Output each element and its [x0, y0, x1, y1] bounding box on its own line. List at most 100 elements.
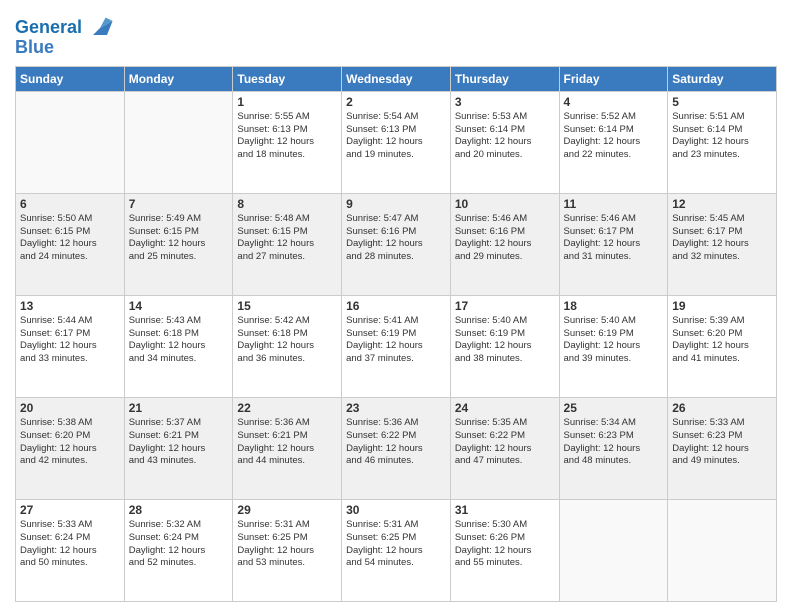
day-number: 20 [20, 401, 120, 415]
calendar-week-row: 1Sunrise: 5:55 AM Sunset: 6:13 PM Daylig… [16, 91, 777, 193]
day-number: 19 [672, 299, 772, 313]
day-info: Sunrise: 5:31 AM Sunset: 6:25 PM Dayligh… [346, 519, 446, 570]
day-info: Sunrise: 5:49 AM Sunset: 6:15 PM Dayligh… [129, 213, 229, 264]
calendar-day-cell: 14 Sunrise: 5:43 AM Sunset: 6:18 PM Dayli… [124, 295, 233, 397]
calendar-day-cell: 20Sunrise: 5:38 AM Sunset: 6:20 PM Dayli… [16, 397, 125, 499]
day-number: 31 [455, 503, 555, 517]
day-info: Sunrise: 5:54 AM Sunset: 6:13 PM Dayligh… [346, 111, 446, 162]
calendar-day-cell: 7 Sunrise: 5:49 AM Sunset: 6:15 PM Daylig… [124, 193, 233, 295]
day-number: 28 [129, 503, 229, 517]
header: General Blue [15, 10, 777, 58]
day-info: Sunrise: 5:32 AM Sunset: 6:24 PM Dayligh… [129, 519, 229, 570]
day-info: Sunrise: 5:53 AM Sunset: 6:14 PM Dayligh… [455, 111, 555, 162]
logo-text: General [15, 18, 82, 38]
day-number: 29 [237, 503, 337, 517]
calendar-day-cell: 8 Sunrise: 5:48 AM Sunset: 6:15 PM Daylig… [233, 193, 342, 295]
day-number: 24 [455, 401, 555, 415]
day-number: 6 [20, 197, 120, 211]
calendar-day-cell: 18Sunrise: 5:40 AM Sunset: 6:19 PM Dayli… [559, 295, 668, 397]
weekday-header: Friday [559, 66, 668, 91]
day-info: Sunrise: 5:42 AM Sunset: 6:18 PM Dayligh… [237, 315, 337, 366]
day-info: Sunrise: 5:35 AM Sunset: 6:22 PM Dayligh… [455, 417, 555, 468]
day-info: Sunrise: 5:50 AM Sunset: 6:15 PM Dayligh… [20, 213, 120, 264]
calendar-day-cell: 23 Sunrise: 5:36 AM Sunset: 6:22 PM Dayli… [342, 397, 451, 499]
day-info: Sunrise: 5:47 AM Sunset: 6:16 PM Dayligh… [346, 213, 446, 264]
day-info: Sunrise: 5:30 AM Sunset: 6:26 PM Dayligh… [455, 519, 555, 570]
weekday-header: Saturday [668, 66, 777, 91]
day-number: 15 [237, 299, 337, 313]
day-number: 26 [672, 401, 772, 415]
calendar-day-cell: 16 Sunrise: 5:41 AM Sunset: 6:19 PM Dayli… [342, 295, 451, 397]
day-number: 25 [564, 401, 664, 415]
calendar-day-cell: 10Sunrise: 5:46 AM Sunset: 6:16 PM Dayli… [450, 193, 559, 295]
calendar-day-cell: 12Sunrise: 5:45 AM Sunset: 6:17 PM Dayli… [668, 193, 777, 295]
calendar-header-row: SundayMondayTuesdayWednesdayThursdayFrid… [16, 66, 777, 91]
day-number: 4 [564, 95, 664, 109]
day-info: Sunrise: 5:36 AM Sunset: 6:22 PM Dayligh… [346, 417, 446, 468]
logo-general: General [15, 17, 82, 37]
calendar-day-cell: 4Sunrise: 5:52 AM Sunset: 6:14 PM Daylig… [559, 91, 668, 193]
calendar-week-row: 13 Sunrise: 5:44 AM Sunset: 6:17 PM Dayli… [16, 295, 777, 397]
calendar-day-cell: 5 Sunrise: 5:51 AM Sunset: 6:14 PM Daylig… [668, 91, 777, 193]
day-number: 3 [455, 95, 555, 109]
day-number: 10 [455, 197, 555, 211]
calendar-day-cell: 28 Sunrise: 5:32 AM Sunset: 6:24 PM Dayli… [124, 499, 233, 601]
calendar-day-cell: 27 Sunrise: 5:33 AM Sunset: 6:24 PM Dayli… [16, 499, 125, 601]
day-number: 12 [672, 197, 772, 211]
day-info: Sunrise: 5:36 AM Sunset: 6:21 PM Dayligh… [237, 417, 337, 468]
day-info: Sunrise: 5:39 AM Sunset: 6:20 PM Dayligh… [672, 315, 772, 366]
day-number: 18 [564, 299, 664, 313]
calendar-day-cell: 29 Sunrise: 5:31 AM Sunset: 6:25 PM Dayli… [233, 499, 342, 601]
calendar-day-cell: 30 Sunrise: 5:31 AM Sunset: 6:25 PM Dayli… [342, 499, 451, 601]
calendar-day-cell: 9 Sunrise: 5:47 AM Sunset: 6:16 PM Daylig… [342, 193, 451, 295]
calendar-day-cell [124, 91, 233, 193]
calendar-day-cell: 3 Sunrise: 5:53 AM Sunset: 6:14 PM Daylig… [450, 91, 559, 193]
calendar-day-cell: 22 Sunrise: 5:36 AM Sunset: 6:21 PM Dayli… [233, 397, 342, 499]
day-number: 5 [672, 95, 772, 109]
calendar-week-row: 27 Sunrise: 5:33 AM Sunset: 6:24 PM Dayli… [16, 499, 777, 601]
calendar-day-cell: 19 Sunrise: 5:39 AM Sunset: 6:20 PM Dayli… [668, 295, 777, 397]
day-number: 11 [564, 197, 664, 211]
day-number: 7 [129, 197, 229, 211]
calendar-day-cell: 24 Sunrise: 5:35 AM Sunset: 6:22 PM Dayli… [450, 397, 559, 499]
day-info: Sunrise: 5:55 AM Sunset: 6:13 PM Dayligh… [237, 111, 337, 162]
day-info: Sunrise: 5:46 AM Sunset: 6:17 PM Dayligh… [564, 213, 664, 264]
weekday-header: Tuesday [233, 66, 342, 91]
day-number: 21 [129, 401, 229, 415]
day-number: 22 [237, 401, 337, 415]
day-info: Sunrise: 5:33 AM Sunset: 6:23 PM Dayligh… [672, 417, 772, 468]
day-number: 8 [237, 197, 337, 211]
calendar-day-cell: 25 Sunrise: 5:34 AM Sunset: 6:23 PM Dayli… [559, 397, 668, 499]
day-number: 17 [455, 299, 555, 313]
day-info: Sunrise: 5:33 AM Sunset: 6:24 PM Dayligh… [20, 519, 120, 570]
day-number: 23 [346, 401, 446, 415]
day-info: Sunrise: 5:44 AM Sunset: 6:17 PM Dayligh… [20, 315, 120, 366]
day-info: Sunrise: 5:34 AM Sunset: 6:23 PM Dayligh… [564, 417, 664, 468]
day-info: Sunrise: 5:41 AM Sunset: 6:19 PM Dayligh… [346, 315, 446, 366]
day-info: Sunrise: 5:43 AM Sunset: 6:18 PM Dayligh… [129, 315, 229, 366]
day-info: Sunrise: 5:40 AM Sunset: 6:19 PM Dayligh… [455, 315, 555, 366]
day-info: Sunrise: 5:51 AM Sunset: 6:14 PM Dayligh… [672, 111, 772, 162]
calendar-day-cell: 6 Sunrise: 5:50 AM Sunset: 6:15 PM Daylig… [16, 193, 125, 295]
logo: General Blue [15, 10, 114, 58]
day-number: 9 [346, 197, 446, 211]
calendar-week-row: 6 Sunrise: 5:50 AM Sunset: 6:15 PM Daylig… [16, 193, 777, 295]
calendar-day-cell: 21 Sunrise: 5:37 AM Sunset: 6:21 PM Dayli… [124, 397, 233, 499]
page: General Blue SundayMondayTuesdayWednesda… [0, 0, 792, 612]
calendar-day-cell: 31 Sunrise: 5:30 AM Sunset: 6:26 PM Dayli… [450, 499, 559, 601]
calendar-day-cell: 15 Sunrise: 5:42 AM Sunset: 6:18 PM Dayli… [233, 295, 342, 397]
day-info: Sunrise: 5:31 AM Sunset: 6:25 PM Dayligh… [237, 519, 337, 570]
calendar-day-cell: 1Sunrise: 5:55 AM Sunset: 6:13 PM Daylig… [233, 91, 342, 193]
day-number: 27 [20, 503, 120, 517]
day-number: 30 [346, 503, 446, 517]
day-info: Sunrise: 5:37 AM Sunset: 6:21 PM Dayligh… [129, 417, 229, 468]
day-number: 2 [346, 95, 446, 109]
calendar-day-cell: 13 Sunrise: 5:44 AM Sunset: 6:17 PM Dayli… [16, 295, 125, 397]
day-number: 16 [346, 299, 446, 313]
day-number: 13 [20, 299, 120, 313]
day-number: 14 [129, 299, 229, 313]
calendar-day-cell [16, 91, 125, 193]
weekday-header: Sunday [16, 66, 125, 91]
calendar-week-row: 20Sunrise: 5:38 AM Sunset: 6:20 PM Dayli… [16, 397, 777, 499]
day-info: Sunrise: 5:48 AM Sunset: 6:15 PM Dayligh… [237, 213, 337, 264]
